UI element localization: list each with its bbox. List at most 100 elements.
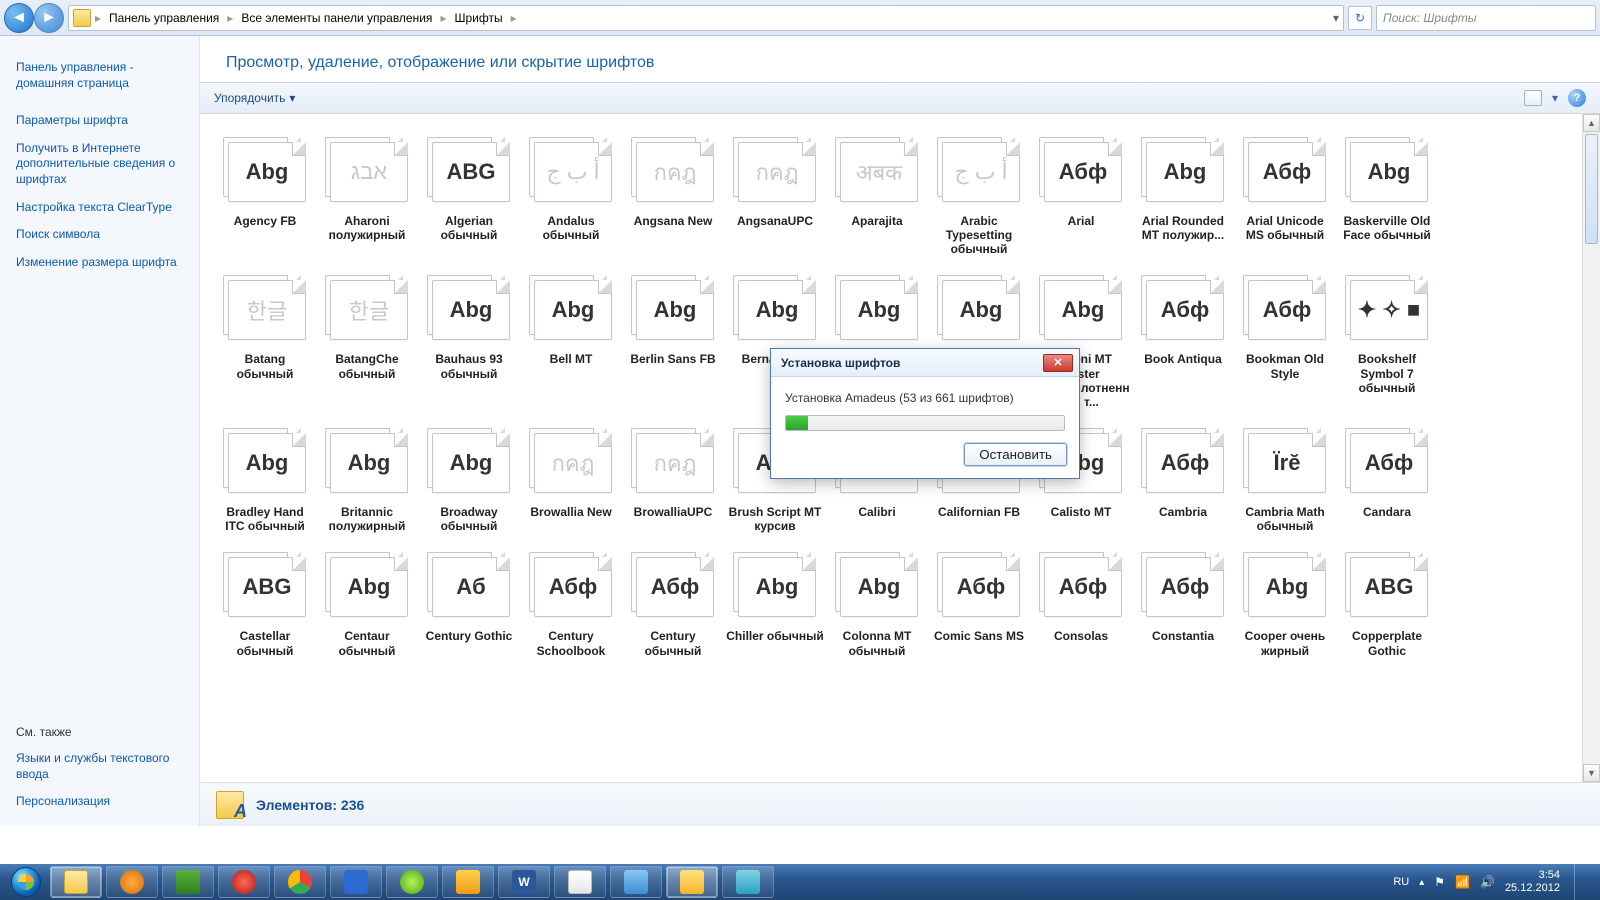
taskbar-photos[interactable] bbox=[610, 866, 662, 898]
font-sample: Abg bbox=[960, 297, 1003, 323]
font-sample: Aб bbox=[456, 574, 485, 600]
taskbar-mail[interactable] bbox=[386, 866, 438, 898]
font-item[interactable]: АбфComic Sans MS bbox=[928, 543, 1030, 667]
taskbar-mpc[interactable] bbox=[666, 866, 718, 898]
start-button[interactable] bbox=[6, 866, 46, 898]
font-item[interactable]: AбCentury Gothic bbox=[418, 543, 520, 667]
font-item[interactable]: AbgBell MT bbox=[520, 266, 622, 419]
scroll-thumb[interactable] bbox=[1585, 134, 1598, 244]
font-item[interactable]: АбфBookman Old Style bbox=[1234, 266, 1336, 419]
search-input[interactable]: Поиск: Шрифты bbox=[1376, 5, 1596, 31]
crumb-control-panel[interactable]: Панель управления bbox=[105, 11, 223, 25]
scroll-down-button[interactable]: ▼ bbox=[1583, 764, 1600, 782]
tray-network-icon[interactable]: 📶 bbox=[1455, 875, 1470, 889]
font-item[interactable]: AbgBauhaus 93 обычный bbox=[418, 266, 520, 419]
chevron-down-icon[interactable]: ▾ bbox=[1552, 91, 1558, 105]
taskbar-app-3[interactable] bbox=[722, 866, 774, 898]
font-sample: กคฎ bbox=[654, 155, 697, 190]
font-icon: กคฎ bbox=[525, 423, 617, 499]
taskbar-word[interactable]: W bbox=[498, 866, 550, 898]
sidebar-link-3[interactable]: Поиск символа bbox=[16, 221, 183, 249]
font-item[interactable]: АбфCentury обычный bbox=[622, 543, 724, 667]
taskbar-app-2[interactable] bbox=[330, 866, 382, 898]
scroll-up-button[interactable]: ▲ bbox=[1583, 114, 1600, 132]
sidebar-link-1[interactable]: Получить в Интернете дополнительные свед… bbox=[16, 135, 183, 194]
sidebar-link-2[interactable]: Настройка текста ClearType bbox=[16, 194, 183, 222]
font-item[interactable]: กคฎAngsana New bbox=[622, 128, 724, 266]
font-item[interactable]: กคฎBrowalliaUPC bbox=[622, 419, 724, 543]
font-item[interactable]: ✦ ✧ ■Bookshelf Symbol 7 обычный bbox=[1336, 266, 1438, 419]
font-item[interactable]: AbgBritannic полужирный bbox=[316, 419, 418, 543]
sidebar: Панель управления - домашняя страница Па… bbox=[0, 36, 200, 826]
taskbar-paint[interactable] bbox=[554, 866, 606, 898]
taskbar-wmp[interactable] bbox=[106, 866, 158, 898]
view-button[interactable] bbox=[1524, 90, 1542, 106]
font-item[interactable]: AbgBradley Hand ITC обычный bbox=[214, 419, 316, 543]
font-item[interactable]: 한글Batang обычный bbox=[214, 266, 316, 419]
vertical-scrollbar[interactable]: ▲ ▼ bbox=[1582, 114, 1600, 782]
font-item[interactable]: AbgBaskerville Old Face обычный bbox=[1336, 128, 1438, 266]
sidebar-link-4[interactable]: Изменение размера шрифта bbox=[16, 249, 183, 277]
font-item[interactable]: АбфCambria bbox=[1132, 419, 1234, 543]
see-also-0[interactable]: Языки и службы текстового ввода bbox=[16, 745, 183, 788]
font-sample: Абф bbox=[1059, 159, 1107, 185]
font-item[interactable]: AbgColonna MT обычный bbox=[826, 543, 928, 667]
font-sample: Абф bbox=[549, 574, 597, 600]
font-item[interactable]: AbgCooper очень жирный bbox=[1234, 543, 1336, 667]
font-item[interactable]: ABGCastellar обычный bbox=[214, 543, 316, 667]
font-item[interactable]: अबकAparajita bbox=[826, 128, 928, 266]
organize-label: Упорядочить bbox=[214, 91, 285, 105]
font-item[interactable]: ABGAlgerian обычный bbox=[418, 128, 520, 266]
refresh-button[interactable]: ↻ bbox=[1348, 6, 1372, 30]
font-item[interactable]: АбфArial bbox=[1030, 128, 1132, 266]
tray-lang[interactable]: RU bbox=[1393, 876, 1409, 888]
font-item[interactable]: 한글BatangChe обычный bbox=[316, 266, 418, 419]
help-icon[interactable]: ? bbox=[1568, 89, 1586, 107]
font-item[interactable]: АбфCandara bbox=[1336, 419, 1438, 543]
tray-clock[interactable]: 3:54 25.12.2012 bbox=[1505, 869, 1560, 894]
font-item[interactable]: أ ب جArabic Typesetting обычный bbox=[928, 128, 1030, 266]
font-item[interactable]: AbgArial Rounded MT полужир... bbox=[1132, 128, 1234, 266]
sidebar-link-0[interactable]: Параметры шрифта bbox=[16, 107, 183, 135]
crumb-fonts[interactable]: Шрифты bbox=[450, 11, 506, 25]
font-item[interactable]: ÏrĕCambria Math обычный bbox=[1234, 419, 1336, 543]
font-item[interactable]: AbgBroadway обычный bbox=[418, 419, 520, 543]
chevron-down-icon[interactable]: ▾ bbox=[1333, 11, 1339, 25]
font-item[interactable]: АбфBook Antiqua bbox=[1132, 266, 1234, 419]
taskbar-app-1[interactable] bbox=[162, 866, 214, 898]
font-item[interactable]: AbgAgency FB bbox=[214, 128, 316, 266]
font-item[interactable]: AbgChiller обычный bbox=[724, 543, 826, 667]
font-item[interactable]: أ ب جAndalus обычный bbox=[520, 128, 622, 266]
font-item[interactable]: АбфCentury Schoolbook bbox=[520, 543, 622, 667]
show-desktop-button[interactable] bbox=[1574, 864, 1588, 900]
font-item[interactable]: กคฎAngsanaUPC bbox=[724, 128, 826, 266]
font-sample: Abg bbox=[1062, 297, 1105, 323]
crumb-all-items[interactable]: Все элементы панели управления bbox=[237, 11, 436, 25]
close-button[interactable]: ✕ bbox=[1043, 354, 1073, 372]
taskbar-opera[interactable] bbox=[218, 866, 270, 898]
dialog-titlebar[interactable]: Установка шрифтов ✕ bbox=[771, 349, 1079, 377]
taskbar-chrome[interactable] bbox=[274, 866, 326, 898]
stop-button[interactable]: Остановить bbox=[964, 443, 1067, 466]
font-sample: ABG bbox=[447, 159, 496, 185]
taskbar-explorer[interactable] bbox=[50, 866, 102, 898]
font-sample: Абф bbox=[1263, 159, 1311, 185]
font-item[interactable]: АбфConsolas bbox=[1030, 543, 1132, 667]
tray-flag-icon[interactable]: ⚑ bbox=[1434, 875, 1445, 889]
back-button[interactable]: ◄ bbox=[4, 3, 34, 33]
organize-button[interactable]: Упорядочить ▾ bbox=[214, 91, 295, 105]
tray-volume-icon[interactable]: 🔊 bbox=[1480, 875, 1495, 889]
see-also-1[interactable]: Персонализация bbox=[16, 788, 183, 816]
taskbar-app-v[interactable] bbox=[442, 866, 494, 898]
font-item[interactable]: אבגAharoni полужирный bbox=[316, 128, 418, 266]
font-item[interactable]: АбфArial Unicode MS обычный bbox=[1234, 128, 1336, 266]
forward-button[interactable]: ► bbox=[34, 3, 64, 33]
font-item[interactable]: AbgBerlin Sans FB bbox=[622, 266, 724, 419]
font-item[interactable]: กคฎBrowallia New bbox=[520, 419, 622, 543]
font-item[interactable]: ABGCopperplate Gothic bbox=[1336, 543, 1438, 667]
tray-chevron-up-icon[interactable]: ▴ bbox=[1419, 877, 1424, 888]
font-item[interactable]: АбфConstantia bbox=[1132, 543, 1234, 667]
breadcrumb[interactable]: ▸ Панель управления ▸ Все элементы панел… bbox=[68, 5, 1344, 31]
font-item[interactable]: AbgCentaur обычный bbox=[316, 543, 418, 667]
sidebar-home[interactable]: Панель управления - домашняя страница bbox=[16, 54, 183, 97]
